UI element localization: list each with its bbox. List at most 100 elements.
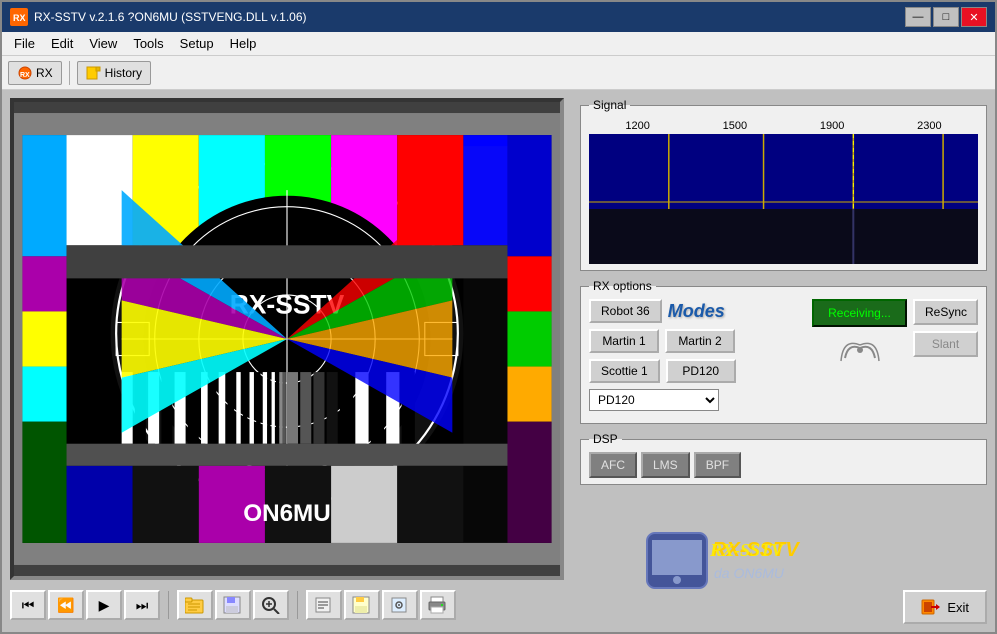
svg-text:RX: RX	[20, 72, 30, 79]
rx-icon: RX	[17, 65, 33, 81]
logo-area: RX-SSTV da ON6MU RX-SSTV	[580, 528, 903, 593]
left-panel: RX-SSTV	[2, 90, 572, 632]
mode-dropdown[interactable]: PD120 Robot 36 Martin 1 Martin 2 Scottie…	[589, 389, 719, 411]
bottom-area: RX-SSTV da ON6MU RX-SSTV Ex	[580, 497, 987, 624]
save-icon	[223, 596, 243, 614]
list-button[interactable]	[306, 590, 342, 620]
file-controls	[177, 590, 289, 620]
resync-button[interactable]: ReSync	[913, 299, 978, 325]
menu-edit[interactable]: Edit	[43, 34, 81, 53]
rx-right-panel: Receiving...	[812, 299, 978, 368]
title-bar: RX RX-SSTV v.2.1.6 ?ON6MU (SSTVENG.DLL v…	[2, 2, 995, 32]
toolbar: RX RX History	[2, 56, 995, 90]
dsp-fieldset: DSP AFC LMS BPF	[580, 432, 987, 485]
freq-1200: 1200	[625, 120, 649, 132]
rx-button[interactable]: RX RX	[8, 61, 62, 85]
svg-text:da ON6MU: da ON6MU	[714, 565, 785, 581]
modes-row-3: Scottie 1 PD120	[589, 359, 804, 383]
dsp-legend: DSP	[589, 432, 622, 446]
history-icon	[86, 65, 102, 81]
main-content: RX-SSTV	[2, 90, 995, 632]
svg-text:RX: RX	[13, 13, 26, 23]
save2-button[interactable]	[344, 590, 380, 620]
minimize-button[interactable]: —	[905, 7, 931, 27]
martin2-button[interactable]: Martin 2	[665, 329, 735, 353]
play-button[interactable]: ▶	[86, 590, 122, 620]
window-controls: — □ ✕	[905, 7, 987, 27]
martin1-button[interactable]: Martin 1	[589, 329, 659, 353]
exit-button[interactable]: Exit	[903, 590, 987, 624]
menu-setup[interactable]: Setup	[172, 34, 222, 53]
save2-icon	[352, 596, 372, 614]
list-icon	[314, 596, 334, 614]
signal-legend: Signal	[589, 98, 630, 112]
nav-controls: ⏮ ⏪ ▶ ⏭	[10, 590, 160, 620]
print-button[interactable]	[420, 590, 456, 620]
toolbar-separator	[69, 61, 70, 85]
save-button[interactable]	[215, 590, 251, 620]
modes-row-2: Martin 1 Martin 2	[589, 329, 804, 353]
history-button[interactable]: History	[77, 61, 151, 85]
antenna-icon	[835, 333, 885, 368]
menu-file[interactable]: File	[6, 34, 43, 53]
modes-row-1: Robot 36 Modes	[589, 299, 804, 323]
modes-label: Modes	[668, 301, 725, 322]
svg-text:ON6MU: ON6MU	[243, 500, 331, 527]
right-panel: Signal 1200 1500 1900 2300	[572, 90, 995, 632]
open-folder-icon	[185, 596, 205, 614]
first-button[interactable]: ⏮	[10, 590, 46, 620]
rx-right-top: Receiving...	[812, 299, 978, 368]
playback-controls: ⏮ ⏪ ▶ ⏭	[10, 586, 564, 624]
freq-labels: 1200 1500 1900 2300	[589, 118, 978, 134]
svg-text:RX-SSTV: RX-SSTV	[709, 540, 785, 560]
dsp-buttons: AFC LMS BPF	[589, 452, 978, 478]
app-logo: RX-SSTV da ON6MU RX-SSTV	[642, 528, 842, 593]
receiving-group: Receiving...	[812, 299, 907, 368]
slant-button[interactable]: Slant	[913, 331, 978, 357]
settings-button[interactable]	[382, 590, 418, 620]
rx-label: RX	[36, 66, 53, 80]
signal-fieldset: Signal 1200 1500 1900 2300	[580, 98, 987, 271]
menu-view[interactable]: View	[81, 34, 125, 53]
open-folder-button[interactable]	[177, 590, 213, 620]
exit-label: Exit	[947, 600, 969, 615]
signal-display	[589, 134, 978, 264]
maximize-button[interactable]: □	[933, 7, 959, 27]
freq-1900: 1900	[820, 120, 844, 132]
rx-left-panel: Robot 36 Modes Martin 1 Martin 2 Scottie…	[589, 299, 804, 417]
rx-options-row: Robot 36 Modes Martin 1 Martin 2 Scottie…	[589, 299, 978, 417]
freq-1500: 1500	[723, 120, 747, 132]
prev-button[interactable]: ⏪	[48, 590, 84, 620]
app-icon: RX	[10, 8, 28, 26]
settings-icon	[390, 596, 410, 614]
rx-options-fieldset: RX options Robot 36 Modes Martin 1 Marti…	[580, 279, 987, 424]
close-button[interactable]: ✕	[961, 7, 987, 27]
last-button[interactable]: ⏭	[124, 590, 160, 620]
menu-help[interactable]: Help	[222, 34, 265, 53]
bpf-button[interactable]: BPF	[694, 452, 741, 478]
menu-tools[interactable]: Tools	[125, 34, 171, 53]
zoom-icon	[261, 596, 281, 614]
rx-options-legend: RX options	[589, 279, 656, 293]
extra-controls	[306, 590, 456, 620]
history-label: History	[105, 66, 142, 80]
test-card-image: RX-SSTV	[14, 102, 560, 576]
freq-2300: 2300	[917, 120, 941, 132]
scottie1-button[interactable]: Scottie 1	[589, 359, 660, 383]
receiving-button[interactable]: Receiving...	[812, 299, 907, 327]
lms-button[interactable]: LMS	[641, 452, 690, 478]
dropdown-row: PD120 Robot 36 Martin 1 Martin 2 Scottie…	[589, 389, 804, 411]
pd120-button[interactable]: PD120	[666, 359, 736, 383]
window-title: RX-SSTV v.2.1.6 ?ON6MU (SSTVENG.DLL v.1.…	[34, 10, 905, 24]
resync-slant-group: ReSync Slant	[913, 299, 978, 368]
exit-icon	[921, 598, 941, 616]
robot36-button[interactable]: Robot 36	[589, 299, 662, 323]
print-icon	[428, 596, 448, 614]
controls-separator-1	[168, 591, 169, 619]
menu-bar: File Edit View Tools Setup Help	[2, 32, 995, 56]
zoom-button[interactable]	[253, 590, 289, 620]
sstv-frame: RX-SSTV	[10, 98, 564, 580]
controls-separator-2	[297, 591, 298, 619]
main-window: RX RX-SSTV v.2.1.6 ?ON6MU (SSTVENG.DLL v…	[0, 0, 997, 634]
afc-button[interactable]: AFC	[589, 452, 637, 478]
